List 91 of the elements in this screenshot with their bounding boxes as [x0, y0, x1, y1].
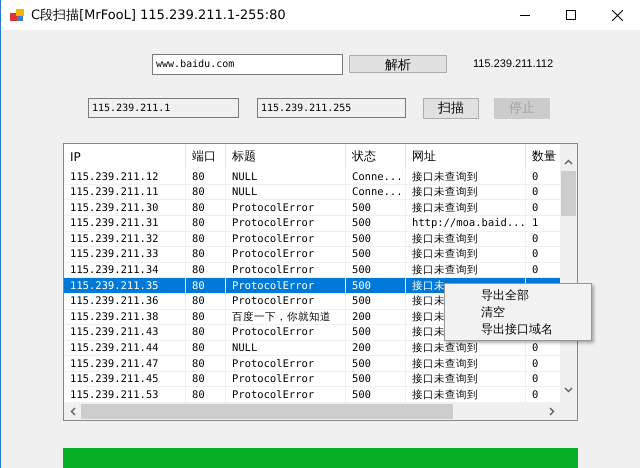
table-cell: ProtocolError — [226, 372, 346, 388]
table-cell: 500 — [346, 294, 406, 310]
start-ip-field[interactable]: 115.239.211.1 — [88, 98, 239, 118]
column-header[interactable]: 端口 — [186, 144, 226, 170]
scroll-right-icon[interactable] — [548, 407, 554, 416]
table-cell: 80 — [186, 169, 226, 185]
table-cell: 接口未查询到 — [406, 200, 526, 216]
table-cell: ProtocolError — [226, 232, 346, 248]
end-ip-field[interactable]: 115.239.211.255 — [257, 98, 406, 118]
table-cell: Conne... — [346, 184, 406, 200]
scroll-up-icon[interactable] — [564, 159, 573, 165]
column-header[interactable]: 标题 — [226, 144, 346, 170]
table-cell: 80 — [186, 294, 226, 310]
table-cell: 接口未查询到 — [406, 232, 526, 248]
table-row[interactable]: 115.239.211.31 80 ProtocolError 500 http://moa.baid... 1 — [64, 216, 560, 232]
table-cell: 80 — [186, 232, 226, 248]
resolved-ip: 115.239.211.112 — [473, 58, 554, 70]
table-cell: NULL — [226, 340, 346, 356]
scroll-left-icon[interactable] — [70, 407, 76, 416]
table-cell: http://moa.baid... — [406, 216, 526, 232]
table-cell: 百度一下，你就知道 — [226, 310, 346, 326]
window-title: C段扫描[MrFooL] 115.239.211.1-255:80 — [31, 7, 287, 24]
table-cell: 500 — [346, 232, 406, 248]
scrollbar-thumb[interactable] — [81, 404, 453, 419]
table-cell: 80 — [186, 325, 226, 341]
table-cell: ProtocolError — [226, 216, 346, 232]
table-cell: ProtocolError — [226, 278, 346, 294]
table-cell: 80 — [186, 372, 226, 388]
table-cell: 115.239.211.38 — [64, 310, 186, 326]
table-cell: 500 — [346, 356, 406, 372]
table-cell: 80 — [186, 184, 226, 200]
table-cell: 500 — [346, 372, 406, 388]
resolve-button[interactable]: 解析 — [349, 55, 447, 73]
table-cell: 500 — [346, 200, 406, 216]
table-cell: 115.239.211.33 — [64, 247, 186, 263]
minimize-icon — [520, 14, 530, 16]
table-row[interactable]: 115.239.211.32 80 ProtocolError 500 接口未查询到 0 — [64, 232, 560, 248]
table-cell: 115.239.211.47 — [64, 356, 186, 372]
table-cell: 接口未查询到 — [406, 184, 526, 200]
table-cell: ProtocolError — [226, 200, 346, 216]
table-row[interactable]: 115.239.211.30 80 ProtocolError 500 接口未查询到 0 — [64, 200, 560, 216]
column-header[interactable]: 状态 — [346, 144, 406, 170]
scan-button[interactable]: 扫描 — [423, 98, 479, 118]
table-cell: ProtocolError — [226, 294, 346, 310]
column-header[interactable]: 网址 — [406, 144, 526, 170]
table-cell: 200 — [346, 340, 406, 356]
table-cell: 115.239.211.12 — [64, 169, 186, 185]
table-cell: 500 — [346, 216, 406, 232]
table-cell: NULL — [226, 184, 346, 200]
domain-field[interactable]: www.baidu.com — [152, 54, 343, 74]
scroll-down-icon[interactable] — [564, 387, 573, 393]
table-cell: 80 — [186, 247, 226, 263]
table-row[interactable]: 115.239.211.45 80 ProtocolError 500 接口未查询到 0 — [64, 372, 560, 388]
table-cell: 115.239.211.36 — [64, 294, 186, 310]
table-cell: 接口未查询到 — [406, 356, 526, 372]
table-row[interactable]: 115.239.211.33 80 ProtocolError 500 接口未查询到 0 — [64, 247, 560, 263]
table-cell: 80 — [186, 356, 226, 372]
table-row[interactable]: 115.239.211.12 80 NULL Conne... 接口未查询到 0 — [64, 169, 560, 185]
table-cell: 115.239.211.11 — [64, 184, 186, 200]
app-icon — [9, 7, 25, 23]
table-cell: 115.239.211.43 — [64, 325, 186, 341]
table-cell: 500 — [346, 247, 406, 263]
close-icon — [612, 10, 622, 20]
table-cell: ProtocolError — [226, 247, 346, 263]
table-row[interactable]: 115.239.211.11 80 NULL Conne... 接口未查询到 0 — [64, 184, 560, 200]
table-cell: 80 — [186, 340, 226, 356]
table-cell: ProtocolError — [226, 356, 346, 372]
table-cell: 115.239.211.35 — [64, 278, 186, 294]
table-cell: 500 — [346, 278, 406, 294]
table-cell: 200 — [346, 310, 406, 326]
table-cell: 115.239.211.30 — [64, 200, 186, 216]
table-cell: 接口未查询到 — [406, 372, 526, 388]
table-cell: ProtocolError — [226, 325, 346, 341]
table-cell: 115.239.211.44 — [64, 340, 186, 356]
table-cell: 115.239.211.32 — [64, 232, 186, 248]
table-cell: 80 — [186, 216, 226, 232]
table-cell: NULL — [226, 169, 346, 185]
table-cell: 80 — [186, 200, 226, 216]
table-cell: 115.239.211.45 — [64, 372, 186, 388]
table-cell: 接口未查询到 — [406, 247, 526, 263]
horizontal-scrollbar[interactable] — [64, 403, 577, 420]
maximize-icon — [566, 10, 576, 20]
column-header[interactable]: IP — [64, 144, 186, 170]
table-cell: 500 — [346, 325, 406, 341]
table-cell: 80 — [186, 278, 226, 294]
table-cell: Conne... — [346, 169, 406, 185]
table-cell: 80 — [186, 310, 226, 326]
table-row[interactable]: 115.239.211.47 80 ProtocolError 500 接口未查询到 0 — [64, 356, 560, 372]
table-cell: 115.239.211.31 — [64, 216, 186, 232]
scrollbar-thumb[interactable] — [561, 171, 576, 216]
table-cell: 接口未查询到 — [406, 169, 526, 185]
